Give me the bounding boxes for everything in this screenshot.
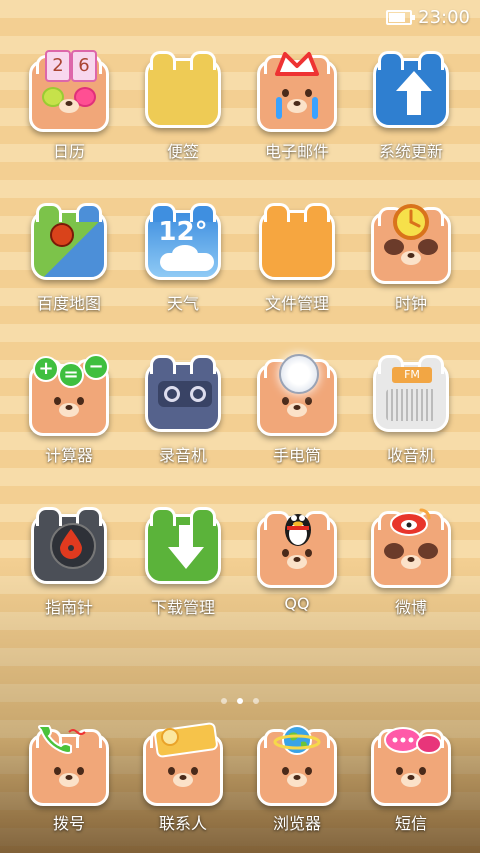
calendar-icon: 2 6 [27,50,111,132]
system-update-icon [369,50,453,132]
app-download-manager[interactable]: 下载管理 [126,506,240,618]
baidu-map-icon [27,202,111,284]
email-icon [255,50,339,132]
recorder-icon [141,354,225,436]
page-dot[interactable] [221,698,227,704]
weibo-icon [369,506,453,588]
clock-icon [369,202,453,284]
app-label: 短信 [394,814,427,833]
download-icon [141,506,225,588]
flashlight-icon [255,354,339,436]
app-notes[interactable]: 便签 [126,50,240,162]
phone-icon [27,724,111,806]
compass-icon [27,506,111,588]
app-compass[interactable]: 指南针 [12,506,126,618]
app-label: 时钟 [394,294,427,313]
browser-icon [255,724,339,806]
app-label: 百度地图 [36,294,101,313]
app-label: 日历 [52,142,85,161]
app-file-manager[interactable]: 文件管理 [240,202,354,314]
dock: 拨号 联系人 浏览器 短信 [12,721,468,834]
calculator-icon: + = − [27,354,111,436]
dock-phone[interactable]: 拨号 [12,724,126,834]
app-label: 天气 [166,294,199,313]
contacts-icon [141,721,225,806]
app-baidu-map[interactable]: 百度地图 [12,202,126,314]
app-label: 手电筒 [272,446,321,465]
dock-browser[interactable]: 浏览器 [240,724,354,834]
qq-icon [255,506,339,588]
app-flashlight[interactable]: 手电筒 [240,354,354,466]
status-bar: 23:00 [0,0,480,34]
app-label: QQ [284,594,310,613]
folder-icon [255,202,339,284]
app-calendar[interactable]: 2 6 日历 [12,50,126,162]
app-radio[interactable]: FM 收音机 [354,354,468,466]
app-label: 拨号 [52,814,85,833]
app-label: 便签 [166,142,199,161]
app-email[interactable]: 电子邮件 [240,50,354,162]
app-recorder[interactable]: 录音机 [126,354,240,466]
dock-contacts[interactable]: 联系人 [126,721,240,834]
page-dot-active[interactable] [237,698,243,704]
app-label: 文件管理 [264,294,329,313]
app-label: 电子邮件 [264,142,329,161]
battery-icon [386,9,416,25]
app-label: 计算器 [44,446,93,465]
page-dot[interactable] [253,698,259,704]
app-label: 浏览器 [272,814,321,833]
page-indicator [0,698,480,704]
app-label: 录音机 [158,446,207,465]
app-label: 指南针 [44,598,93,617]
app-grid: 2 6 日历 便签 电子邮件 系统更新 百度地图 12° 天气 文件管理 时钟 … [12,50,468,618]
app-system-update[interactable]: 系统更新 [354,50,468,162]
radio-icon: FM [369,354,453,436]
weather-icon: 12° [141,202,225,284]
app-clock[interactable]: 时钟 [354,202,468,314]
app-label: 微博 [394,598,427,617]
dock-messages[interactable]: 短信 [354,724,468,834]
app-label: 系统更新 [378,142,443,161]
app-weibo[interactable]: 微博 [354,506,468,618]
app-label: 联系人 [158,814,207,833]
app-label: 下载管理 [150,598,215,617]
messages-icon [369,724,453,806]
app-qq[interactable]: QQ [240,506,354,618]
notes-icon [141,50,225,132]
status-time: 23:00 [418,6,470,28]
app-calculator[interactable]: + = − 计算器 [12,354,126,466]
app-label: 收音机 [386,446,435,465]
app-weather[interactable]: 12° 天气 [126,202,240,314]
